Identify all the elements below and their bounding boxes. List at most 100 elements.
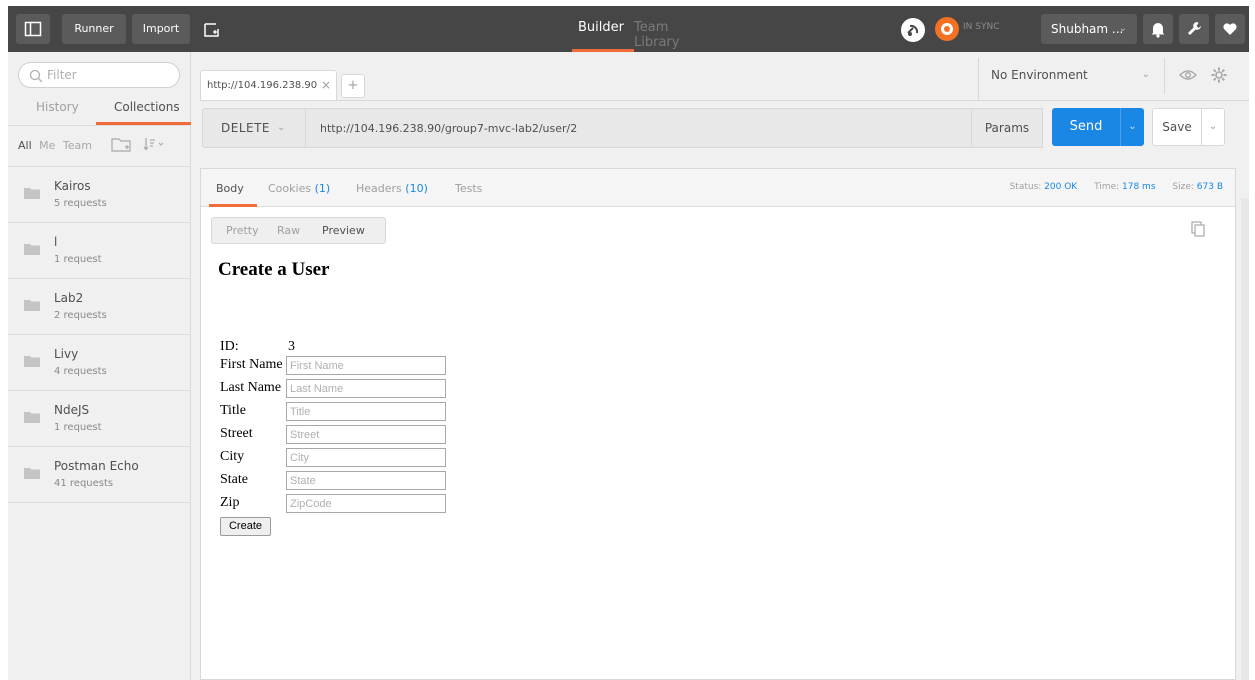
tab-history[interactable]: History: [36, 100, 79, 114]
collection-item[interactable]: Postman Echo 41 requests: [8, 447, 191, 503]
notifications-button[interactable]: [1143, 14, 1173, 44]
tab-body[interactable]: Body: [216, 182, 244, 195]
time-value: 178 ms: [1122, 182, 1156, 192]
chevron-down-icon: ⌄: [1141, 69, 1150, 80]
tab-tests[interactable]: Tests: [455, 182, 482, 195]
scrollbar[interactable]: [1241, 198, 1249, 680]
tab-collections[interactable]: Collections: [114, 100, 180, 114]
tab-headers[interactable]: Headers (10): [356, 182, 428, 195]
status-label: Status:: [1009, 182, 1042, 192]
tab-builder[interactable]: Builder: [578, 20, 624, 35]
user-name: Shubham ...: [1051, 22, 1124, 36]
request-tab[interactable]: http://104.196.238.90 ×: [200, 70, 337, 101]
new-tab-button[interactable]: [198, 14, 228, 44]
collection-item[interactable]: Lab2 2 requests: [8, 279, 191, 335]
method-value: DELETE: [221, 121, 271, 135]
state-row: State: [218, 470, 458, 490]
last-name-field[interactable]: [286, 379, 446, 398]
environment-value: No Environment: [991, 68, 1088, 82]
preview-content: Create a User: [218, 259, 330, 281]
sort-icon[interactable]: [143, 137, 167, 151]
state-field[interactable]: [286, 471, 446, 490]
field-label: Title: [220, 403, 246, 418]
close-icon[interactable]: ×: [321, 78, 331, 92]
city-row: City: [218, 447, 458, 467]
filter-me[interactable]: Me: [39, 139, 55, 152]
filter-input[interactable]: [47, 66, 167, 84]
city-field[interactable]: [286, 448, 446, 467]
toggle-sidebar-button[interactable]: [16, 14, 50, 44]
sync-status-icon[interactable]: [935, 17, 959, 41]
last-name-row: Last Name: [218, 378, 458, 398]
filter-team[interactable]: Team: [63, 139, 92, 152]
collection-item[interactable]: Kairos 5 requests: [8, 167, 191, 223]
url-input[interactable]: [305, 108, 972, 148]
save-options-button[interactable]: ⌄: [1201, 108, 1225, 146]
field-label: Street: [220, 426, 253, 441]
street-field[interactable]: [286, 425, 446, 444]
collection-item[interactable]: l 1 request: [8, 223, 191, 279]
method-select[interactable]: DELETE ⌄: [202, 108, 306, 148]
response-tabs: Body Cookies (1) Headers (10) Tests Stat…: [201, 169, 1235, 207]
save-button[interactable]: Save: [1152, 108, 1202, 146]
view-pretty[interactable]: Pretty: [226, 224, 259, 237]
filter-all[interactable]: All: [18, 139, 32, 152]
size-label: Size:: [1172, 182, 1194, 192]
send-options-button[interactable]: ⌄: [1120, 108, 1144, 146]
top-bar: Runner Import Builder Team Library IN SY…: [8, 6, 1249, 52]
collection-name: NdeJS: [54, 403, 90, 417]
folder-icon: [24, 300, 40, 311]
sidebar-toggle-icon: [24, 21, 42, 37]
title-row: Title: [218, 401, 458, 421]
chevron-down-icon: ⌄: [1128, 121, 1137, 132]
zip-field[interactable]: [286, 494, 446, 513]
view-raw[interactable]: Raw: [277, 224, 300, 237]
collection-item[interactable]: Livy 4 requests: [8, 335, 191, 391]
user-menu-button[interactable]: Shubham ... ⌄: [1041, 14, 1137, 44]
settings-wrench-button[interactable]: [1179, 14, 1209, 44]
builder-main: http://104.196.238.90 × + No Environment…: [192, 52, 1249, 680]
copy-icon[interactable]: [1191, 221, 1205, 237]
runner-button[interactable]: Runner: [62, 14, 126, 44]
interceptor-icon[interactable]: [901, 18, 925, 42]
create-button[interactable]: Create: [220, 517, 271, 536]
time-label: Time:: [1094, 182, 1120, 192]
collection-item[interactable]: NdeJS 1 request: [8, 391, 191, 447]
collection-count: 4 requests: [54, 366, 107, 377]
eye-icon[interactable]: [1179, 69, 1197, 81]
new-collection-icon[interactable]: [111, 136, 133, 152]
bell-icon: [1151, 23, 1165, 38]
import-button[interactable]: Import: [132, 14, 190, 44]
size-value: 673 B: [1196, 182, 1223, 192]
divider: [8, 125, 191, 126]
view-preview[interactable]: Preview: [322, 224, 365, 237]
field-label: First Name: [220, 357, 283, 372]
gear-icon[interactable]: [1211, 67, 1227, 83]
request-url-bar: DELETE ⌄ Params Send ⌄ Save ⌄: [202, 108, 1240, 148]
collection-count: 1 request: [54, 422, 102, 433]
environment-select[interactable]: No Environment ⌄: [979, 58, 1165, 94]
response-meta: Status: 200 OK Time: 178 ms Size: 673 B: [1010, 182, 1223, 192]
sync-status-label: IN SYNC: [963, 22, 1000, 32]
collection-count: 2 requests: [54, 310, 107, 321]
send-button[interactable]: Send: [1052, 108, 1120, 146]
scope-filters: All Me Team: [18, 139, 96, 152]
id-value: 3: [288, 339, 295, 354]
postman-window: Runner Import Builder Team Library IN SY…: [8, 6, 1249, 680]
add-tab-button[interactable]: +: [341, 74, 365, 98]
collection-name: l: [54, 235, 58, 249]
params-button[interactable]: Params: [971, 108, 1043, 148]
heart-icon: [1223, 23, 1237, 35]
first-name-field[interactable]: [286, 356, 446, 375]
filter-box: [18, 62, 180, 88]
chevron-down-icon: ⌄: [1208, 121, 1218, 132]
headers-count: (10): [405, 182, 428, 195]
heart-button[interactable]: [1215, 14, 1245, 44]
folder-icon: [24, 188, 40, 199]
chevron-down-icon: ⌄: [277, 122, 286, 133]
request-tab-label: http://104.196.238.90: [207, 80, 318, 91]
tab-cookies[interactable]: Cookies (1): [268, 182, 330, 195]
title-field[interactable]: [286, 402, 446, 421]
tab-team-library[interactable]: Team Library: [634, 20, 679, 50]
preview-heading: Create a User: [218, 259, 330, 280]
